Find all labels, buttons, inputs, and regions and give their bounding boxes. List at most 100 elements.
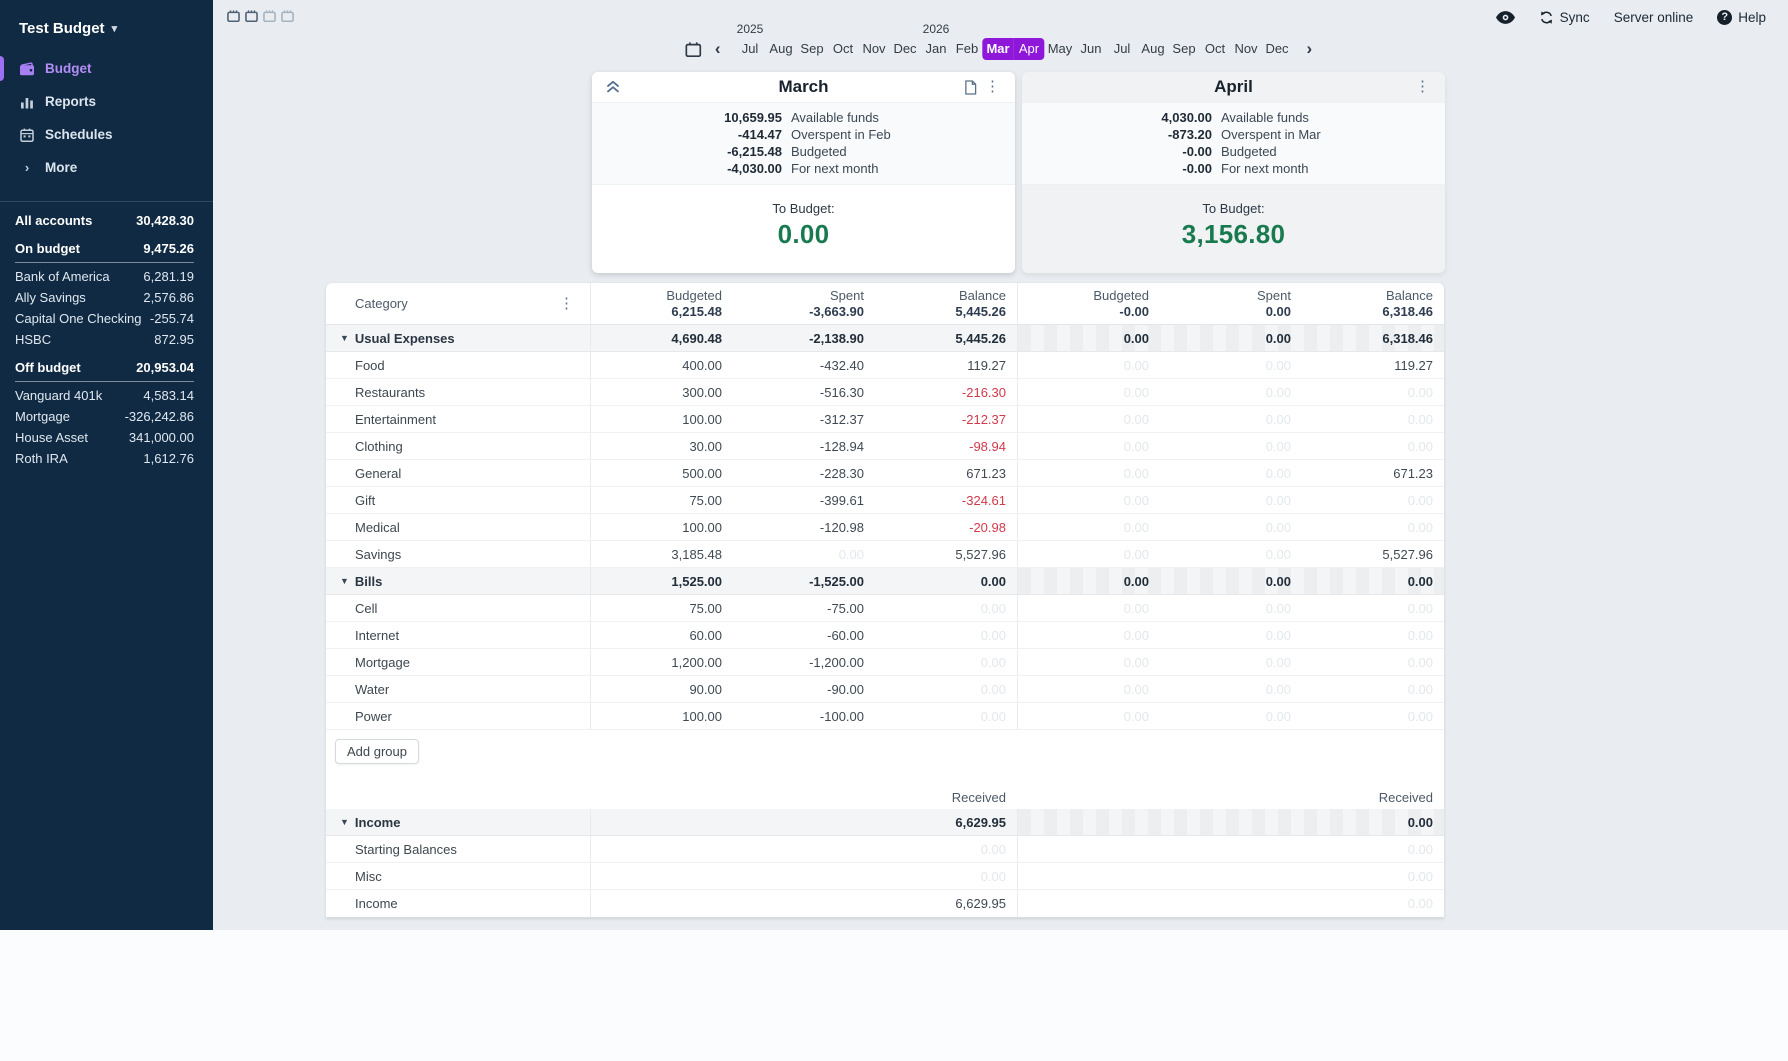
group-name[interactable]: ▼Bills	[326, 568, 590, 594]
budgeted-cell[interactable]: 75.00	[591, 487, 733, 513]
balance-cell[interactable]: 5,527.96	[875, 541, 1017, 567]
account-link[interactable]: House Asset 341,000.00	[0, 427, 213, 448]
month-tab[interactable]: Nov	[859, 38, 890, 60]
spent-cell[interactable]: -90.00	[733, 676, 875, 702]
balance-cell[interactable]: 0.00	[875, 622, 1017, 648]
budget-file-menu[interactable]: Test Budget ▾	[0, 0, 213, 52]
balance-cell[interactable]: -98.94	[875, 433, 1017, 459]
account-link[interactable]: Roth IRA 1,612.76	[0, 448, 213, 469]
collapse-group-icon[interactable]: ▼	[340, 576, 349, 586]
category-name[interactable]: Misc	[326, 863, 590, 889]
all-accounts-link[interactable]: All accounts 30,428.30	[0, 210, 213, 231]
spent-cell[interactable]: -1,200.00	[733, 649, 875, 675]
month-tab[interactable]: Aug	[1138, 38, 1169, 60]
month-tab[interactable]: Dec	[890, 38, 921, 60]
category-name[interactable]: Power	[326, 703, 590, 729]
account-link[interactable]: Vanguard 401k 4,583.14	[0, 385, 213, 406]
budgeted-cell[interactable]: 500.00	[591, 460, 733, 486]
received-cell[interactable]: 0.00	[1302, 836, 1444, 862]
spent-column-header[interactable]: Spent	[1257, 288, 1291, 304]
balance-column-header[interactable]: Balance	[959, 288, 1006, 304]
category-name[interactable]: Entertainment	[326, 406, 590, 432]
budgeted-cell[interactable]: 0.00	[1018, 676, 1160, 702]
budgeted-cell[interactable]: 100.00	[591, 406, 733, 432]
spent-cell[interactable]: 0.00	[1160, 622, 1302, 648]
sidebar-item-budget[interactable]: Budget	[0, 52, 213, 85]
balance-cell[interactable]: 0.00	[875, 649, 1017, 675]
spent-cell[interactable]: 0.00	[1160, 649, 1302, 675]
budgeted-cell[interactable]: 0.00	[1018, 541, 1160, 567]
balance-cell[interactable]: 671.23	[875, 460, 1017, 486]
category-name[interactable]: Food	[326, 352, 590, 378]
sidebar-item-reports[interactable]: Reports	[0, 85, 213, 118]
spent-cell[interactable]: -100.00	[733, 703, 875, 729]
month-tab[interactable]: Feb	[952, 38, 983, 60]
month-picker-calendar-button[interactable]	[685, 42, 701, 60]
budgeted-cell[interactable]: 30.00	[591, 433, 733, 459]
next-month-button[interactable]: ›	[1303, 42, 1317, 60]
category-name[interactable]: Cell	[326, 595, 590, 621]
to-budget-amount[interactable]: 3,156.80	[1022, 219, 1445, 250]
spent-cell[interactable]: 0.00	[1160, 514, 1302, 540]
budgeted-column-header[interactable]: Budgeted	[666, 288, 722, 304]
received-cell[interactable]: 0.00	[1302, 863, 1444, 889]
spent-cell[interactable]: 0.00	[1160, 406, 1302, 432]
month-notes-button[interactable]	[964, 80, 977, 95]
category-name[interactable]: Medical	[326, 514, 590, 540]
spent-cell[interactable]: 0.00	[1160, 379, 1302, 405]
previous-month-button[interactable]: ‹	[711, 42, 725, 60]
budgeted-cell[interactable]: 0.00	[1018, 622, 1160, 648]
month-menu-button[interactable]: ⋮	[985, 79, 1000, 94]
month-tab[interactable]: Jul	[1107, 38, 1138, 60]
spent-cell[interactable]: -516.30	[733, 379, 875, 405]
balance-cell[interactable]: 0.00	[1302, 622, 1444, 648]
balance-cell[interactable]: 0.00	[1302, 703, 1444, 729]
collapse-summary-button[interactable]	[605, 79, 621, 93]
budgeted-cell[interactable]: 300.00	[591, 379, 733, 405]
received-cell[interactable]: 0.00	[875, 836, 1017, 862]
budgeted-cell[interactable]: 100.00	[591, 703, 733, 729]
category-name[interactable]: Starting Balances	[326, 836, 590, 862]
budgeted-cell[interactable]: 3,185.48	[591, 541, 733, 567]
month-menu-button[interactable]: ⋮	[1415, 79, 1430, 94]
budgeted-cell[interactable]: 0.00	[1018, 514, 1160, 540]
balance-cell[interactable]: -324.61	[875, 487, 1017, 513]
balance-cell[interactable]: -20.98	[875, 514, 1017, 540]
spent-cell[interactable]: 0.00	[1160, 487, 1302, 513]
budgeted-cell[interactable]: 1,200.00	[591, 649, 733, 675]
spent-cell[interactable]: 0.00	[1160, 460, 1302, 486]
sidebar-item-more[interactable]: › More	[0, 151, 213, 184]
budgeted-cell[interactable]: 100.00	[591, 514, 733, 540]
month-tab[interactable]: Sep	[797, 38, 828, 60]
spent-cell[interactable]: -399.61	[733, 487, 875, 513]
budgeted-column-header[interactable]: Budgeted	[1093, 288, 1149, 304]
balance-cell[interactable]: 671.23	[1302, 460, 1444, 486]
budgeted-cell[interactable]: 0.00	[1018, 460, 1160, 486]
show-4-months-button[interactable]	[281, 10, 294, 22]
category-name[interactable]: Savings	[326, 541, 590, 567]
month-tab[interactable]: Jun	[1076, 38, 1107, 60]
category-name[interactable]: Clothing	[326, 433, 590, 459]
category-name[interactable]: Mortgage	[326, 649, 590, 675]
spent-cell[interactable]: -228.30	[733, 460, 875, 486]
category-name[interactable]: Gift	[326, 487, 590, 513]
balance-cell[interactable]: 5,527.96	[1302, 541, 1444, 567]
month-tab[interactable]: Aug	[766, 38, 797, 60]
budgeted-cell[interactable]: 0.00	[1018, 379, 1160, 405]
spent-cell[interactable]: 0.00	[1160, 541, 1302, 567]
off-budget-header[interactable]: Off budget 20,953.04	[15, 360, 194, 382]
category-name[interactable]: General	[326, 460, 590, 486]
balance-cell[interactable]: 0.00	[1302, 595, 1444, 621]
received-cell[interactable]: 0.00	[1302, 890, 1444, 917]
month-tab[interactable]: Dec	[1262, 38, 1293, 60]
sync-button[interactable]: Sync	[1539, 10, 1590, 25]
spent-cell[interactable]: -128.94	[733, 433, 875, 459]
balance-cell[interactable]: 0.00	[875, 676, 1017, 702]
balance-cell[interactable]: 0.00	[875, 595, 1017, 621]
month-tab[interactable]: May	[1045, 38, 1076, 60]
spent-cell[interactable]: -60.00	[733, 622, 875, 648]
spent-cell[interactable]: -75.00	[733, 595, 875, 621]
account-link[interactable]: Capital One Checking -255.74	[0, 308, 213, 329]
spent-cell[interactable]: -312.37	[733, 406, 875, 432]
spent-cell[interactable]: 0.00	[733, 541, 875, 567]
